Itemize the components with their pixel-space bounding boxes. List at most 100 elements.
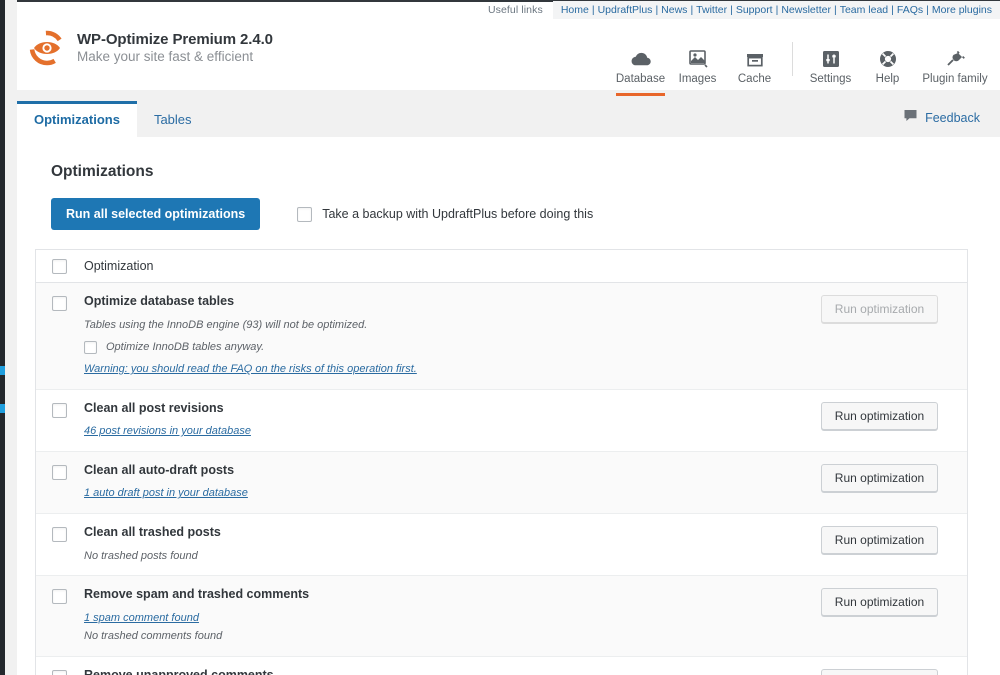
link-separator: | [888,4,897,16]
useful-link[interactable]: Twitter [696,4,727,16]
nav-divider [792,42,793,76]
optimization-link[interactable]: Warning: you should read the FAQ on the … [84,361,417,378]
app-title: WP-Optimize Premium 2.4.0 [77,31,273,49]
useful-link[interactable]: News [661,4,687,16]
optimization-title: Clean all auto-draft posts [84,463,234,479]
wp-admin-sidebar-rail [0,0,5,675]
optimization-link[interactable]: 1 auto draft post in your database [84,485,248,502]
useful-link[interactable]: Team lead [840,4,888,16]
optimization-checkbox[interactable] [52,527,67,542]
optimization-title: Remove unapproved comments [84,668,274,675]
optimization-title: Clean all post revisions [84,401,224,417]
app-header: WP-Optimize Premium 2.4.0 Make your site… [17,18,1000,90]
main-panel: Optimizations Run all selected optimizat… [17,137,1000,675]
optimization-row: Remove spam and trashed comments 1 spam c… [36,576,967,657]
optimization-title-row: Optimize database tables [84,294,778,310]
optimization-title-row: Clean all trashed posts [84,525,778,541]
nav-item-help[interactable]: Help [859,34,916,90]
nav-item-settings[interactable]: Settings [802,34,859,90]
optimization-checkbox[interactable] [52,296,67,311]
tab-optimizations[interactable]: Optimizations [17,101,137,137]
optimization-action: Run optimization [792,401,967,430]
useful-link[interactable]: Home [561,4,589,16]
optimization-title: Clean all trashed posts [84,525,221,541]
tab-list: Optimizations Tables [17,90,209,137]
optimization-body: Clean all post revisions 46 post revision… [84,401,792,440]
optimization-checkbox[interactable] [52,670,67,675]
optimization-link[interactable]: 46 post revisions in your database [84,423,251,440]
optimization-body: Optimize database tables Tables using the… [84,294,792,378]
wp-admin-menu-highlight [0,366,5,375]
optimization-action: Run optimization [792,587,967,616]
optimization-checkbox[interactable] [52,403,67,418]
optimization-title-row: Clean all auto-draft posts [84,463,778,479]
optimization-action: Run optimization [792,463,967,492]
tab-tables[interactable]: Tables [137,101,209,137]
link-separator: | [831,4,840,16]
plug-icon [945,46,965,68]
tabs-band: Optimizations Tables Feedback [17,90,1000,137]
run-optimization-button[interactable]: Run optimization [821,588,938,616]
optimization-note: No trashed posts found [84,548,778,565]
optimization-row: Clean all auto-draft posts 1 auto draft p… [36,452,967,514]
column-header-optimization: Optimization [84,259,153,273]
run-optimization-button[interactable]: Run optimization [821,464,938,492]
sliders-icon [822,46,840,68]
optimization-title-row: Remove spam and trashed comments [84,587,778,603]
cloud-icon [630,46,652,68]
optimization-note: No trashed comments found [84,628,778,645]
select-all-checkbox[interactable] [52,259,67,274]
useful-link[interactable]: More plugins [932,4,992,16]
nav-item-database[interactable]: Database [612,34,669,90]
top-navigation: Database Images Cache Settings Help [612,18,1000,90]
optimization-row: Clean all post revisions 46 post revision… [36,390,967,452]
run-all-selected-optimizations-button[interactable]: Run all selected optimizations [51,198,260,230]
optimization-link[interactable]: 1 spam comment found [84,610,199,627]
run-optimization-button[interactable]: Run optimization [821,402,938,430]
action-row: Run all selected optimizations Take a ba… [35,198,968,230]
sub-option-checkbox[interactable] [84,341,97,354]
image-icon [688,46,708,68]
optimization-note: Tables using the InnoDB engine (93) will… [84,317,778,334]
nav-label: Database [616,73,665,85]
optimization-checkbox[interactable] [52,589,67,604]
optimization-title-row: Remove unapproved comments [84,668,778,675]
optimization-rows: Optimize database tables Tables using the… [36,283,967,675]
page-title: Optimizations [35,163,968,181]
link-separator: | [687,4,696,16]
feedback-link[interactable]: Feedback [903,109,1000,137]
useful-link[interactable]: UpdraftPlus [598,4,653,16]
take-backup-checkbox[interactable] [297,207,312,222]
nav-item-images[interactable]: Images [669,34,726,90]
nav-label: Plugin family [922,73,987,85]
speech-bubble-icon [903,109,918,126]
run-optimization-button[interactable]: Run optimization [821,526,938,554]
optimization-row: Remove unapproved commentsNo unapproved … [36,657,967,675]
nav-item-plugin-family[interactable]: Plugin family [916,34,994,90]
optimizations-table-header: Optimization [36,250,967,283]
link-separator: | [773,4,782,16]
backup-option: Take a backup with UpdraftPlus before do… [297,207,593,222]
optimization-action: Run optimization [792,525,967,554]
optimization-body: Remove unapproved commentsNo unapproved … [84,668,792,675]
optimization-body: Remove spam and trashed comments 1 spam c… [84,587,792,645]
optimization-checkbox[interactable] [52,465,67,480]
link-separator: | [652,4,661,16]
useful-link[interactable]: FAQs [897,4,923,16]
app-tagline: Make your site fast & efficient [77,49,273,65]
brand-text: WP-Optimize Premium 2.4.0 Make your site… [77,31,273,66]
wp-admin-menu-highlight [0,404,5,413]
optimization-title: Remove spam and trashed comments [84,587,309,603]
nav-item-cache[interactable]: Cache [726,34,783,90]
nav-label: Settings [810,73,852,85]
useful-link[interactable]: Newsletter [781,4,831,16]
link-separator: | [589,4,598,16]
optimization-action: Run optimization [792,294,967,323]
run-optimization-button[interactable]: Run optimization [821,669,938,675]
nav-label: Cache [738,73,771,85]
optimization-body: Clean all trashed posts No trashed posts … [84,525,792,564]
optimization-sub-option: Optimize InnoDB tables anyway. [84,339,778,354]
brand: WP-Optimize Premium 2.4.0 Make your site… [17,18,273,66]
useful-link[interactable]: Support [736,4,773,16]
useful-links-bar: Useful links Home|UpdraftPlus|News|Twitt… [17,0,1000,18]
